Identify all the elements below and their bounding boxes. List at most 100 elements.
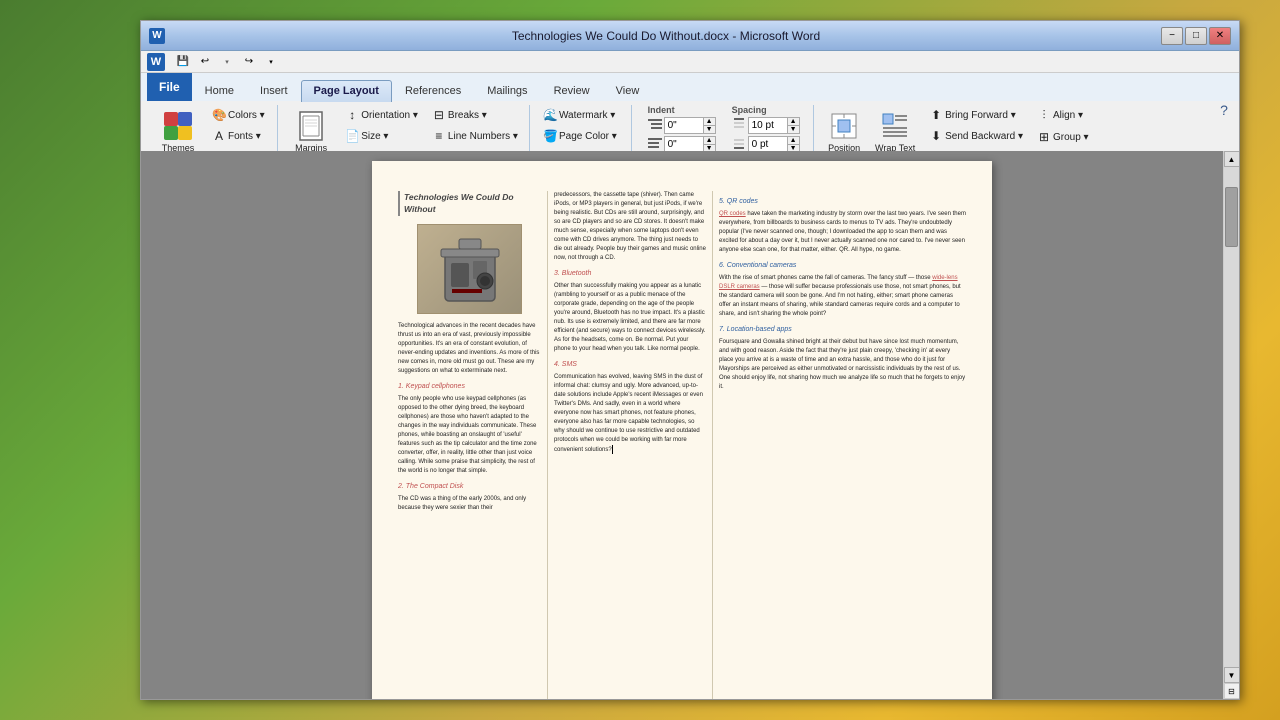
indent-left-up[interactable]: ▲ xyxy=(703,118,715,125)
indent-left-down[interactable]: ▼ xyxy=(703,125,715,133)
page-container: Technologies We Could Do Without xyxy=(141,151,1223,699)
redo-button[interactable]: ↪ xyxy=(239,53,259,71)
tab-insert[interactable]: Insert xyxy=(247,80,301,101)
customize-button[interactable]: ▾ xyxy=(261,53,281,71)
spacing-after-up[interactable]: ▲ xyxy=(787,137,799,144)
spacing-after-value: 0 pt xyxy=(749,139,769,150)
spacing-section: Spacing 10 pt xyxy=(732,105,800,153)
help-button[interactable]: ? xyxy=(1213,101,1235,119)
scroll-down-button[interactable]: ▼ xyxy=(1224,667,1240,683)
size-button[interactable]: 📄 Size ▾ xyxy=(340,126,423,146)
window-title: Technologies We Could Do Without.docx - … xyxy=(171,29,1161,43)
align-button[interactable]: ⫶ Align ▾ xyxy=(1032,105,1095,126)
tab-references[interactable]: References xyxy=(392,80,474,101)
wraptext-icon xyxy=(877,108,913,144)
margins-icon xyxy=(293,108,329,144)
spacing-before-icon xyxy=(732,118,746,133)
dslr-link: wide-lens DSLR cameras xyxy=(719,275,958,290)
spacing-label: Spacing xyxy=(732,105,800,115)
scroll-thumb[interactable] xyxy=(1225,187,1238,247)
indent-right-icon xyxy=(648,137,662,152)
margins-button[interactable]: Margins xyxy=(286,105,336,157)
tab-review[interactable]: Review xyxy=(541,80,603,101)
watermark-icon: 🌊 xyxy=(543,108,557,122)
orientation-button[interactable]: ↕ Orientation ▾ xyxy=(340,105,423,125)
maximize-button[interactable]: □ xyxy=(1185,27,1207,45)
colors-icon: 🎨 xyxy=(212,108,226,122)
section1-title: 1. Keypad cellphones xyxy=(398,382,541,392)
fonts-icon: A xyxy=(212,129,226,143)
tab-pagelayout[interactable]: Page Layout xyxy=(301,80,392,102)
spacing-before-up[interactable]: ▲ xyxy=(787,118,799,125)
close-button[interactable]: ✕ xyxy=(1209,27,1231,45)
position-button[interactable]: Position xyxy=(822,105,866,157)
section2-body: The CD was a thing of the early 2000s, a… xyxy=(398,495,541,513)
doc-image xyxy=(417,224,522,314)
text-cursor xyxy=(612,445,613,454)
indent-left-value: 0" xyxy=(665,120,677,131)
document-area: ▲ ▼ ⊟ Technologies We Could Do Without xyxy=(141,151,1239,699)
pagecolor-button[interactable]: 🪣 Page Color ▾ xyxy=(538,126,625,146)
vertical-scrollbar[interactable]: ▲ ▼ ⊟ xyxy=(1223,151,1239,699)
section7-title: 7. Location-based apps xyxy=(719,325,966,335)
bringforward-button[interactable]: ⬆ Bring Forward ▾ xyxy=(924,105,1028,125)
tab-mailings[interactable]: Mailings xyxy=(474,80,540,101)
section6-title: 6. Conventional cameras xyxy=(719,261,966,271)
indent-right-value: 0" xyxy=(665,139,677,150)
sendbackward-button[interactable]: ⬇ Send Backward ▾ xyxy=(924,126,1028,146)
linenumbers-icon: ≡ xyxy=(432,129,446,143)
group-icon: ⊞ xyxy=(1037,130,1051,144)
section5-title: 5. QR codes xyxy=(719,197,966,207)
themes-icon xyxy=(160,108,196,144)
linenumbers-button[interactable]: ≡ Line Numbers ▾ xyxy=(427,126,523,146)
word-app-icon: W xyxy=(147,53,165,71)
section2-title: 2. The Compact Disk xyxy=(398,482,541,492)
breaks-button[interactable]: ⊟ Breaks ▾ xyxy=(427,105,523,125)
breaks-icon: ⊟ xyxy=(432,108,446,122)
tab-home[interactable]: Home xyxy=(192,80,247,101)
theme-colors-button[interactable]: 🎨 Colors ▾ xyxy=(207,105,271,125)
spacing-after-icon xyxy=(732,137,746,152)
qr-link: QR codes xyxy=(719,211,746,217)
orientation-icon: ↕ xyxy=(345,108,359,122)
themes-button[interactable]: Themes xyxy=(153,105,203,157)
theme-fonts-button[interactable]: A Fonts ▾ xyxy=(207,126,271,146)
tab-file[interactable]: File xyxy=(147,73,192,101)
arrange-col2: Wrap Text xyxy=(870,105,920,157)
word-window: W Technologies We Could Do Without.docx … xyxy=(140,20,1240,700)
indent-left-icon xyxy=(648,118,662,133)
section1-body: The only people who use keypad cellphone… xyxy=(398,395,541,476)
section3-body: Other than successfully making you appea… xyxy=(554,282,706,354)
spacing-before-row: 10 pt ▲ ▼ xyxy=(732,117,800,134)
section7-body: Foursquare and Gowalla shined bright at … xyxy=(719,338,966,392)
save-button[interactable]: 💾 xyxy=(173,53,193,71)
quick-access-toolbar: W 💾 ↩ ▾ ↪ ▾ xyxy=(141,51,1239,73)
window-controls: − □ ✕ xyxy=(1161,27,1231,45)
document-page: Technologies We Could Do Without xyxy=(372,161,992,699)
watermark-button[interactable]: 🌊 Watermark ▾ xyxy=(538,105,625,125)
pagecolor-icon: 🪣 xyxy=(543,129,557,143)
align-icon: ⫶ xyxy=(1037,108,1051,123)
split-view-button[interactable]: ⊟ xyxy=(1224,683,1240,699)
wraptext-button[interactable]: Wrap Text xyxy=(870,105,920,157)
trash-illustration xyxy=(437,233,502,305)
position-icon xyxy=(826,108,862,144)
document-columns: Technologies We Could Do Without xyxy=(392,191,972,699)
bringforward-icon: ⬆ xyxy=(929,108,943,122)
section4-title: 4. SMS xyxy=(554,360,706,370)
doc-column-right: 5. QR codes QR codes have taken the mark… xyxy=(712,191,972,699)
spacing-before-down[interactable]: ▼ xyxy=(787,125,799,133)
cd-body: predecessors, the cassette tape (shiver)… xyxy=(554,191,706,263)
scroll-up-button[interactable]: ▲ xyxy=(1224,151,1240,167)
minimize-button[interactable]: − xyxy=(1161,27,1183,45)
indent-right-up[interactable]: ▲ xyxy=(703,137,715,144)
undo-button[interactable]: ↩ xyxy=(195,53,215,71)
size-icon: 📄 xyxy=(345,129,359,143)
doc-column-mid: predecessors, the cassette tape (shiver)… xyxy=(547,191,712,699)
doc-title: Technologies We Could Do Without xyxy=(398,191,541,216)
doc-intro: Technological advances in the recent dec… xyxy=(398,322,541,376)
scroll-track[interactable] xyxy=(1224,167,1239,667)
ribbon-tabs: File Home Insert Page Layout References … xyxy=(141,73,1239,101)
tab-view[interactable]: View xyxy=(603,80,653,101)
group-button[interactable]: ⊞ Group ▾ xyxy=(1032,127,1095,147)
